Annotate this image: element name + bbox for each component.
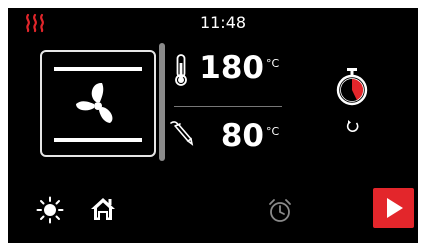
oven-bottom-element <box>54 138 142 142</box>
fan-icon <box>76 82 113 123</box>
stopwatch-icon[interactable] <box>335 66 369 106</box>
thermometer-icon <box>170 53 192 87</box>
oven-temperature-value[interactable]: 180 <box>194 48 264 88</box>
oven-control-screen: 11:48 180 °C 80 °C <box>8 8 418 243</box>
core-probe-value[interactable]: 80 <box>204 116 264 156</box>
section-divider <box>174 106 282 107</box>
home-icon[interactable] <box>89 195 117 223</box>
cooking-mode-button[interactable] <box>40 50 156 157</box>
scroll-indicator <box>159 43 165 161</box>
oven-temperature-unit: °C <box>266 57 280 70</box>
heating-icon <box>24 12 46 34</box>
core-probe-unit: °C <box>266 125 280 138</box>
play-icon <box>387 198 403 218</box>
start-button[interactable] <box>373 188 414 228</box>
probe-icon <box>168 118 194 148</box>
clock-time: 11:48 <box>199 13 247 32</box>
alarm-clock-icon[interactable] <box>268 198 292 224</box>
light-icon[interactable] <box>36 196 64 224</box>
oven-top-element <box>54 67 142 71</box>
reset-icon[interactable] <box>346 118 360 132</box>
